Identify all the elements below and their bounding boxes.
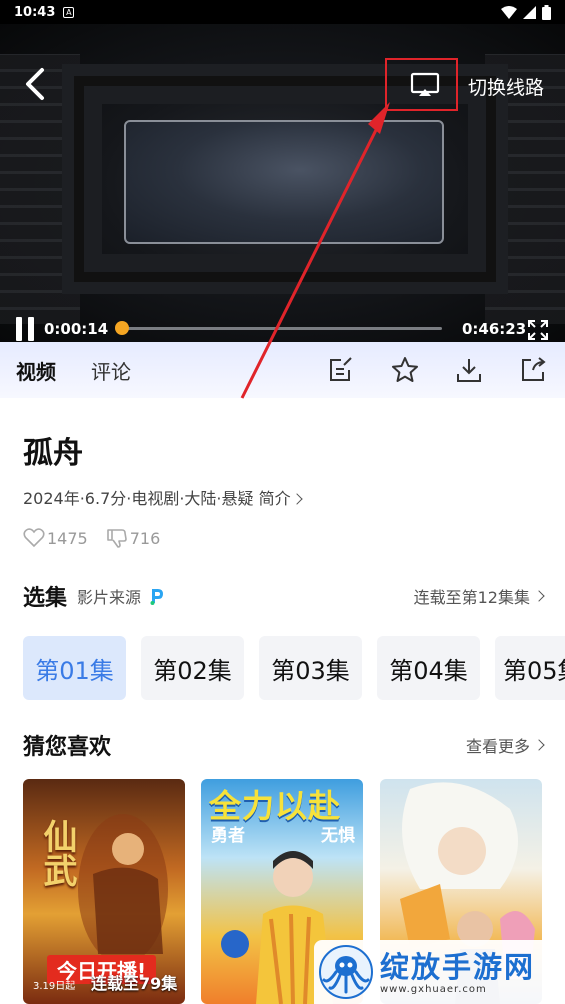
watermark-url: www.gxhuaer.com (380, 983, 487, 995)
recommend-header: 猜您喜欢 查看更多 (23, 729, 545, 761)
episode-item[interactable]: 第02集 (141, 636, 244, 700)
reactions: 1475 716 (23, 528, 178, 548)
recommend-heading: 猜您喜欢 (23, 735, 112, 760)
chevron-right-icon (290, 493, 303, 505)
thumbs-down-icon (106, 529, 127, 548)
episode-list: 第01集 第02集 第03集 第04集 第05集 (23, 636, 565, 700)
scene-window (124, 120, 444, 244)
see-more-label: 查看更多 (465, 737, 530, 756)
episodes-header: 选集 影片来源 连载至第12集集 (23, 580, 545, 612)
episode-item[interactable]: 第01集 (23, 636, 126, 700)
detail-tab-bar: 视频 评论 (0, 342, 565, 398)
source-logo-icon[interactable] (149, 587, 165, 605)
fullscreen-icon[interactable] (527, 319, 549, 341)
signal-icon (523, 5, 536, 19)
dislike-button[interactable]: 716 (106, 528, 161, 548)
site-watermark: 绽放手游网 www.gxhuaer.com (314, 940, 565, 1004)
share-icon[interactable] (519, 356, 547, 384)
like-count: 1475 (47, 528, 88, 548)
show-title: 孤舟 (23, 436, 83, 471)
episode-item[interactable]: 第03集 (259, 636, 362, 700)
episodes-status: 连载至第12集集 (413, 588, 530, 607)
video-player[interactable]: 切换线路 0:00:14 0:46:23 (0, 24, 565, 342)
episodes-status-link[interactable]: 连载至第12集集 (413, 584, 545, 608)
back-arrow-icon[interactable] (18, 64, 52, 104)
show-meta-text: 2024年·6.7分·电视剧·大陆·悬疑 简介 (23, 489, 291, 508)
progress-knob[interactable] (114, 321, 129, 335)
see-more-link[interactable]: 查看更多 (465, 733, 545, 757)
player-controls: 0:00:14 0:46:23 (0, 304, 565, 342)
poster-card[interactable]: 仙武 今日开播! 3.19日起 连载至79集 (23, 779, 185, 1004)
episodes-heading: 选集 (23, 586, 68, 611)
chevron-right-icon (533, 739, 545, 751)
battery-icon (542, 4, 551, 20)
progress-bar[interactable] (114, 321, 442, 335)
episode-item[interactable]: 第04集 (377, 636, 480, 700)
notification-a-icon: A (63, 6, 75, 18)
like-button[interactable]: 1475 (23, 528, 88, 548)
status-icons (501, 4, 551, 20)
source-label: 影片来源 (77, 588, 142, 607)
tab-video[interactable]: 视频 (16, 356, 56, 385)
watermark-brand: 绽放手游网 (380, 949, 536, 984)
dislike-count: 716 (129, 528, 161, 548)
heart-icon (23, 528, 45, 548)
total-time: 0:46:23 (462, 320, 527, 338)
download-icon[interactable] (455, 356, 483, 384)
edit-icon[interactable] (327, 356, 355, 384)
poster-small-text: 3.19日起 (33, 981, 76, 992)
show-meta[interactable]: 2024年·6.7分·电视剧·大陆·悬疑 简介 (23, 485, 303, 509)
poster-caption: 连载至79集 (91, 974, 178, 993)
status-time: 10:43 (14, 4, 56, 20)
tab-comments[interactable]: 评论 (91, 356, 131, 385)
octopus-logo (319, 945, 373, 999)
poster-vertical-title: 仙武 (37, 819, 77, 887)
current-time: 0:00:14 (44, 320, 109, 338)
wifi-icon (501, 5, 517, 19)
status-bar: 10:43 A (0, 0, 565, 24)
cast-screen-icon[interactable] (409, 70, 441, 100)
pause-button[interactable] (16, 317, 38, 341)
switch-line-button[interactable]: 切换线路 (468, 73, 544, 100)
episode-item[interactable]: 第05集 (495, 636, 565, 700)
chevron-right-icon (533, 590, 545, 602)
star-icon[interactable] (391, 356, 419, 384)
